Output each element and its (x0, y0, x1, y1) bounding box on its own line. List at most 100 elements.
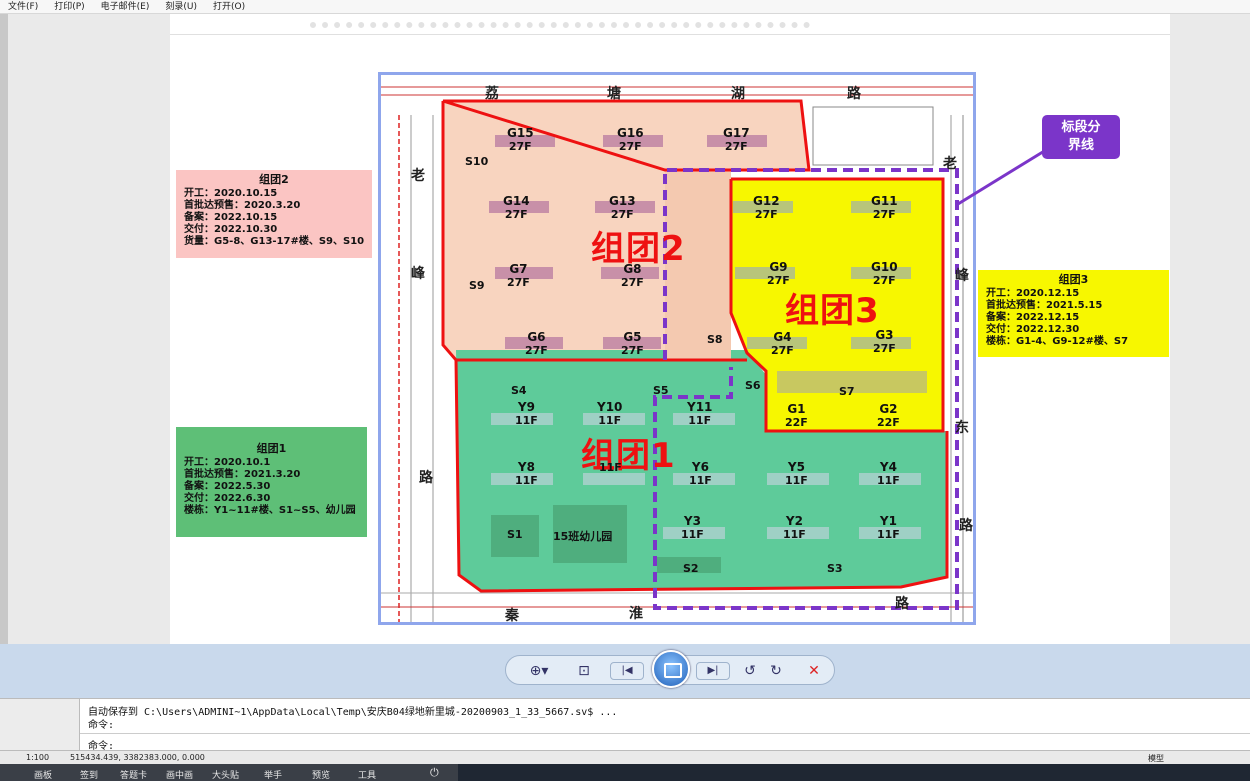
menu-open[interactable]: 打开(O) (205, 0, 253, 13)
info1-start: 开工：2020.10.1 (184, 457, 271, 468)
info3-start: 开工：2020.12.15 (986, 288, 1080, 299)
building-g15[interactable]: G15 27F (507, 127, 534, 154)
fit-window-icon[interactable]: ⊡ (572, 656, 596, 686)
building-y5[interactable]: Y5 11F (785, 461, 808, 488)
building-y4[interactable]: Y4 11F (877, 461, 900, 488)
tool-pip[interactable]: 画中画 (166, 768, 193, 781)
building-g17[interactable]: G17 27F (723, 127, 750, 154)
building-g4[interactable]: G4 27F (771, 331, 794, 358)
menu-burn[interactable]: 刻录(U) (157, 0, 205, 13)
label-s6: S6 (745, 379, 761, 392)
menu-print[interactable]: 打印(P) (46, 0, 92, 13)
label-s4: S4 (511, 384, 527, 397)
info3-delivery: 交付：2022.12.30 (986, 324, 1080, 335)
info3-title: 组团3 (1058, 273, 1089, 286)
building-g13[interactable]: G13 27F (609, 195, 636, 222)
parcel-northeast (812, 106, 934, 166)
building-g3[interactable]: G3 27F (873, 329, 896, 356)
cluster3-label: 组团3 (785, 291, 880, 331)
building-g11[interactable]: G11 27F (871, 195, 898, 222)
tool-photo[interactable]: 大头贴 (212, 768, 239, 781)
scale-readout[interactable]: 1:100 (26, 753, 49, 762)
tool-tools[interactable]: 工具 (358, 768, 376, 781)
command-window: 自动保存到 C:\Users\ADMINI~1\AppData\Local\Te… (0, 698, 1250, 752)
building-y9[interactable]: Y9 11F (515, 401, 538, 428)
road-top-char-4: 路 (847, 86, 861, 102)
tool-checkin[interactable]: 签到 (80, 768, 98, 781)
rotate-left-icon[interactable]: ↺ (740, 656, 760, 686)
info1-record: 备案：2022.5.30 (184, 481, 271, 492)
zoom-icon[interactable]: ⊕▾ (524, 656, 554, 686)
label-s10: S10 (465, 155, 489, 168)
site-plan[interactable]: 荔 塘 湖 路 老 峰 路 秦 淮 路 老 峰 东 路 组团2 组团3 组团1 … (378, 72, 976, 625)
building-y8[interactable]: Y8 11F (515, 461, 538, 488)
road-top-char-1: 荔 (485, 86, 499, 102)
building-g7[interactable]: G7 27F (507, 263, 530, 290)
faded-heading (310, 18, 810, 28)
building-g10[interactable]: G10 27F (871, 261, 898, 288)
building-g5[interactable]: G5 27F (621, 331, 644, 358)
building-g9[interactable]: G9 27F (767, 261, 790, 288)
info-cluster1: 组团1 开工：2020.10.1 首批达预售：2021.3.20 备案：2022… (176, 427, 367, 537)
info2-record: 备案：2022.10.15 (184, 212, 278, 223)
road-right-char-2: 峰 (955, 268, 969, 284)
next-page-icon[interactable]: ▶| (696, 662, 730, 680)
road-right-char-4: 路 (959, 518, 973, 534)
callout-line2: 界线 (1067, 138, 1094, 153)
label-s1: S1 (507, 528, 523, 541)
nav-controls: ⊕▾ ⊡ |◀ ▶| ↺ ↻ ✕ (505, 650, 835, 688)
info2-buildings: 货量：G5-8、G13-17#楼、S9、S10 (184, 236, 365, 247)
building-y2[interactable]: Y2 11F (783, 515, 806, 542)
building-y3[interactable]: Y3 11F (681, 515, 704, 542)
info-cluster2: 组团2 开工：2020.10.15 首批达预售：2020.3.20 备案：202… (176, 170, 372, 258)
info-cluster3: 组团3 开工：2020.12.15 首批达预售：2021.5.15 备案：202… (978, 270, 1169, 357)
delete-icon[interactable]: ✕ (804, 656, 824, 686)
label-s5: S5 (653, 384, 669, 397)
status-bar: 1:100 515434.439, 3382383.000, 0.000 模型 (0, 750, 1250, 764)
building-g16[interactable]: G16 27F (617, 127, 644, 154)
building-g1[interactable]: G1 22F (785, 403, 808, 430)
building-y11[interactable]: Y11 11F (687, 401, 712, 428)
prev-page-icon[interactable]: |◀ (610, 662, 644, 680)
info1-delivery: 交付：2022.6.30 (184, 493, 271, 504)
building-y6[interactable]: Y6 11F (689, 461, 712, 488)
tool-whiteboard[interactable]: 画板 (34, 768, 52, 781)
command-separator (80, 733, 1250, 734)
info2-delivery: 交付：2022.10.30 (184, 224, 278, 235)
section-boundary-callout: 标段分 界线 (1042, 115, 1120, 159)
callout-line1: 标段分 (1061, 120, 1101, 135)
label-s2: S2 (683, 562, 699, 575)
building-y10[interactable]: Y10 11F (597, 401, 622, 428)
info1-buildings: 楼栋：Y1~11#楼、S1~S5、幼儿园 (184, 505, 356, 516)
slideshow-button[interactable] (652, 650, 690, 688)
command-window-side (0, 699, 80, 751)
command-history-line1: 自动保存到 C:\Users\ADMINI~1\AppData\Local\Te… (88, 707, 618, 718)
cluster1-label: 组团1 (581, 436, 676, 476)
building-g6[interactable]: G6 27F (525, 331, 548, 358)
building-g12[interactable]: G12 27F (753, 195, 780, 222)
rotate-right-icon[interactable]: ↻ (766, 656, 786, 686)
model-tab[interactable]: 模型 (1148, 753, 1164, 764)
info2-presale: 首批达预售：2020.3.20 (184, 200, 301, 211)
info3-record: 备案：2022.12.15 (986, 312, 1080, 323)
building-g8[interactable]: G8 27F (621, 263, 644, 290)
tool-preview[interactable]: 预览 (312, 768, 330, 781)
road-bottom-char-1: 秦 (505, 608, 519, 624)
building-g14[interactable]: G14 27F (503, 195, 530, 222)
coordinate-readout: 515434.439, 3382383.000, 0.000 (70, 753, 205, 762)
building-g2[interactable]: G2 22F (877, 403, 900, 430)
tool-raise-hand[interactable]: 举手 (264, 768, 282, 781)
info1-presale: 首批达预售：2021.3.20 (184, 469, 301, 480)
callout-pointer (957, 148, 1047, 206)
info2-title: 组团2 (259, 173, 289, 186)
building-y1[interactable]: Y1 11F (877, 515, 900, 542)
left-strip (0, 14, 8, 644)
tool-answer-card[interactable]: 答题卡 (120, 768, 147, 781)
building-y7[interactable]: 11F (599, 461, 622, 474)
road-top-char-3: 湖 (731, 86, 745, 102)
power-icon[interactable]: ⏻ (430, 766, 439, 780)
menu-file[interactable]: 文件(F) (0, 0, 46, 13)
road-left-char-3: 路 (419, 470, 433, 486)
label-s8: S8 (707, 333, 723, 346)
menu-email[interactable]: 电子邮件(E) (93, 0, 158, 13)
